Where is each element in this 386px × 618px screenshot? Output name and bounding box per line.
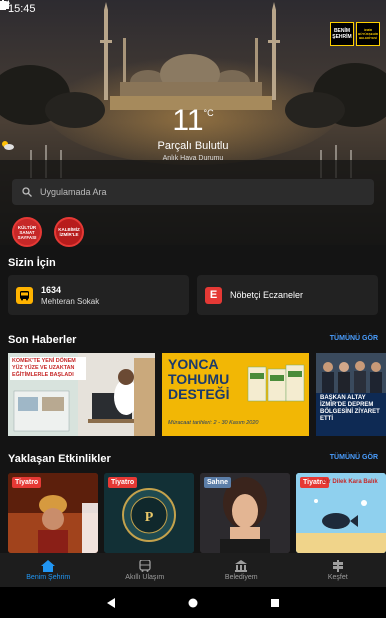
section-title-events: Yaklaşan Etkinlikler [8,453,111,465]
weather-condition: Parçalı Bulutlu [0,140,386,152]
pharmacy-card[interactable]: E Nöbetçi Eczaneler [197,275,378,315]
news-headline-deprem: BAŞKAN ALTAY İZMİR'DE DEPREM BÖLGESİNİ Z… [320,395,380,422]
event-card-4[interactable]: Tiyatro Bir Dilek Kara Balık [296,473,386,553]
news-item-yonca[interactable]: YONCA TOHUMU DESTEĞİ Müracaat tarihleri:… [162,353,309,436]
event-tag: Tiyatro [12,477,42,488]
svg-text:P: P [145,510,154,525]
system-navigation-bar [0,587,386,618]
hero-background: 15:45 BENİM ŞEHRİM İZMİR BÜYÜKŞEHİR BELE… [0,0,386,245]
recents-icon[interactable] [270,598,280,608]
status-bar: 15:45 [0,0,386,18]
story-culture-art[interactable]: KÜLTÜR SANAT SAYFASI [12,217,42,247]
temperature: 11°C [172,104,214,137]
status-time: 15:45 [8,3,36,15]
nav-kesfet[interactable]: Keşfet [290,553,386,587]
back-icon[interactable] [106,597,116,608]
benim-sehrim-logo: BENİM ŞEHRİM [330,22,354,46]
news-image-officials [316,353,386,393]
news-see-all-link[interactable]: TÜMÜNÜ GÖR [330,335,378,342]
event-card-2[interactable]: P Tiyatro [104,473,194,553]
home-button-icon[interactable] [188,598,198,608]
search-placeholder: Uygulamada Ara [40,187,107,197]
news-item-komek[interactable]: KOMEK'TE YENİ DÖNEM YÜZ YÜZE VE UZAKTAN … [8,353,155,436]
event-poster-title: Bir Dilek Kara Balık [322,479,378,485]
bottom-navigation: Benim Şehrim Akıllı Ulaşım Belediyem Keş… [0,553,386,587]
pharmacy-label: Nöbetçi Eczaneler [230,290,304,300]
nav-benim-sehrim[interactable]: Benim Şehrim [0,553,97,587]
pharmacy-icon: E [205,286,222,304]
news-yonca-line1: YONCA [168,356,219,372]
bus-line-number: 1634 [41,284,62,295]
story-kalbimiz-izmir[interactable]: KALBİMİZ İZMİR'LE [54,217,84,247]
event-card-1[interactable]: Tiyatro [8,473,98,553]
nav-belediyem[interactable]: Belediyem [193,553,290,587]
app-root: 15:45 BENİM ŞEHRİM İZMİR BÜYÜKŞEHİR BELE… [0,0,386,618]
seed-bags-image [247,364,305,402]
bus-icon [16,286,33,304]
home-icon [41,559,56,572]
izmir-municipality-logo: İZMİR BÜYÜKŞEHİR BELEDİYESİ [356,22,380,46]
nav-akilli-ulasim[interactable]: Akıllı Ulaşım [97,553,194,587]
building-icon [235,559,248,572]
partly-cloudy-icon [2,141,14,150]
section-title-for-you: Sizin İçin [8,257,56,269]
search-input[interactable]: Uygulamada Ara [12,179,374,205]
battery-icon [0,0,6,10]
news-headline: KOMEK'TE YENİ DÖNEM YÜZ YÜZE VE UZAKTAN … [10,357,86,380]
news-yonca-subtitle: Müracaat tarihleri: 2 - 30 Kasım 2020 [168,420,259,426]
weather-subtitle: Anlık Hava Durumu [162,155,224,162]
bus-stop-name: Mehteran Sokak [41,296,100,306]
search-icon [22,187,32,197]
event-tag: Sahne [204,477,232,488]
signpost-icon [332,559,343,572]
event-tag: Tiyatro [108,477,138,488]
section-title-news: Son Haberler [8,334,77,346]
event-card-3[interactable]: Sahne [200,473,290,553]
news-item-deprem[interactable]: BAŞKAN ALTAY İZMİR'DE DEPREM BÖLGESİNİ Z… [316,353,386,436]
news-yonca-line2: TOHUMU [168,371,230,387]
bus-icon [139,559,151,572]
events-see-all-link[interactable]: TÜMÜNÜ GÖR [330,454,378,461]
news-yonca-line3: DESTEĞİ [168,386,230,402]
bus-stop-card[interactable]: 1634 Mehteran Sokak [8,275,189,315]
